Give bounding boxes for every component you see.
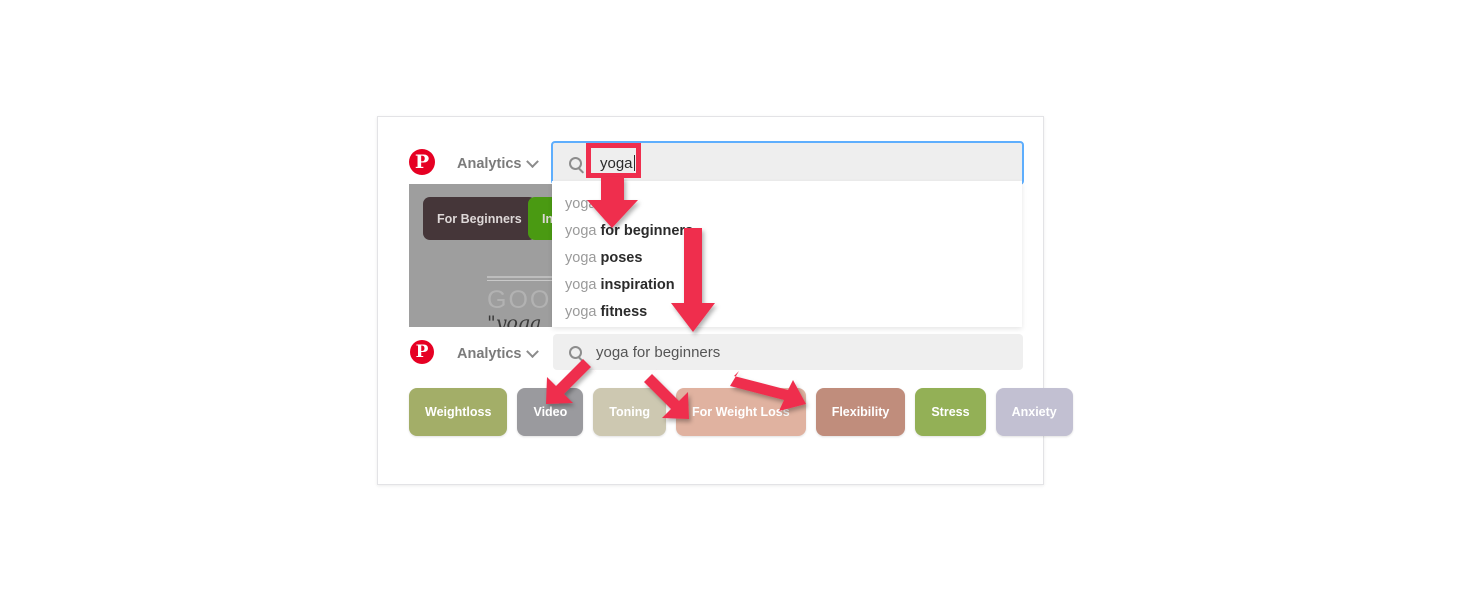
pinterest-logo[interactable]: P: [409, 149, 435, 175]
suggestion-suffix: poses: [596, 250, 643, 266]
suggestion-prefix: yoga: [565, 223, 597, 239]
suggestion-prefix: yoga: [565, 304, 597, 320]
analytics-nav-top[interactable]: Analytics: [457, 154, 540, 172]
tag-chip-anxiety[interactable]: Anxiety: [995, 388, 1073, 436]
analytics-nav-label: Analytics: [457, 346, 522, 362]
tag-chip-weightloss[interactable]: Weightloss: [409, 388, 508, 436]
analytics-nav-label: Analytics: [457, 156, 522, 172]
suggestion-item-yoga[interactable]: yoga: [565, 196, 596, 212]
text-caret: [633, 155, 635, 171]
suggestion-suffix: inspiration: [596, 277, 675, 293]
pinterest-logo[interactable]: P: [410, 340, 434, 364]
suggestion-suffix: for beginners: [596, 223, 694, 239]
suggestion-item-yoga-poses[interactable]: yoga poses: [565, 250, 642, 266]
suggestion-prefix: yoga: [565, 277, 597, 293]
suggestion-item-yoga-for-beginners[interactable]: yoga for beginners: [565, 223, 693, 239]
header-row-top: P Analytics yoga: [378, 141, 1043, 185]
chevron-down-icon: [526, 154, 540, 168]
suggestion-suffix: fitness: [596, 304, 648, 320]
header-row-bottom: P Analytics yoga for beginners: [378, 334, 1043, 374]
suggestion-prefix: yoga: [565, 250, 597, 266]
search-input-top-value: yoga: [600, 154, 633, 172]
tag-chip-flexibility[interactable]: Flexibility: [815, 388, 906, 436]
search-icon: [569, 156, 582, 170]
tag-chip-stress[interactable]: Stress: [915, 388, 986, 436]
search-input-bottom[interactable]: yoga for beginners: [553, 334, 1023, 370]
search-suggestions-dropdown: yoga yoga for beginners yoga poses yoga …: [552, 181, 1022, 327]
search-icon: [569, 345, 582, 359]
suggestion-item-yoga-inspiration[interactable]: yoga inspiration: [565, 277, 675, 293]
screenshot-root: P Analytics yoga For Beginners Ins GOOD …: [0, 0, 1460, 610]
pin-overlay-tag-for-beginners: For Beginners: [423, 197, 536, 240]
suggestion-prefix: yoga: [565, 196, 597, 212]
search-input-top[interactable]: yoga: [551, 141, 1024, 185]
suggestion-item-yoga-fitness[interactable]: yoga fitness: [565, 304, 647, 320]
tag-chip-for-weight-loss[interactable]: For Weight Loss: [676, 388, 806, 436]
tag-chip-row: Weightloss Video Toning For Weight Loss …: [409, 388, 1073, 436]
analytics-nav-bottom[interactable]: Analytics: [457, 344, 540, 362]
search-input-bottom-value: yoga for beginners: [596, 343, 721, 361]
tag-chip-video[interactable]: Video: [517, 388, 584, 436]
chevron-down-icon: [526, 344, 540, 358]
tag-chip-toning[interactable]: Toning: [593, 388, 666, 436]
